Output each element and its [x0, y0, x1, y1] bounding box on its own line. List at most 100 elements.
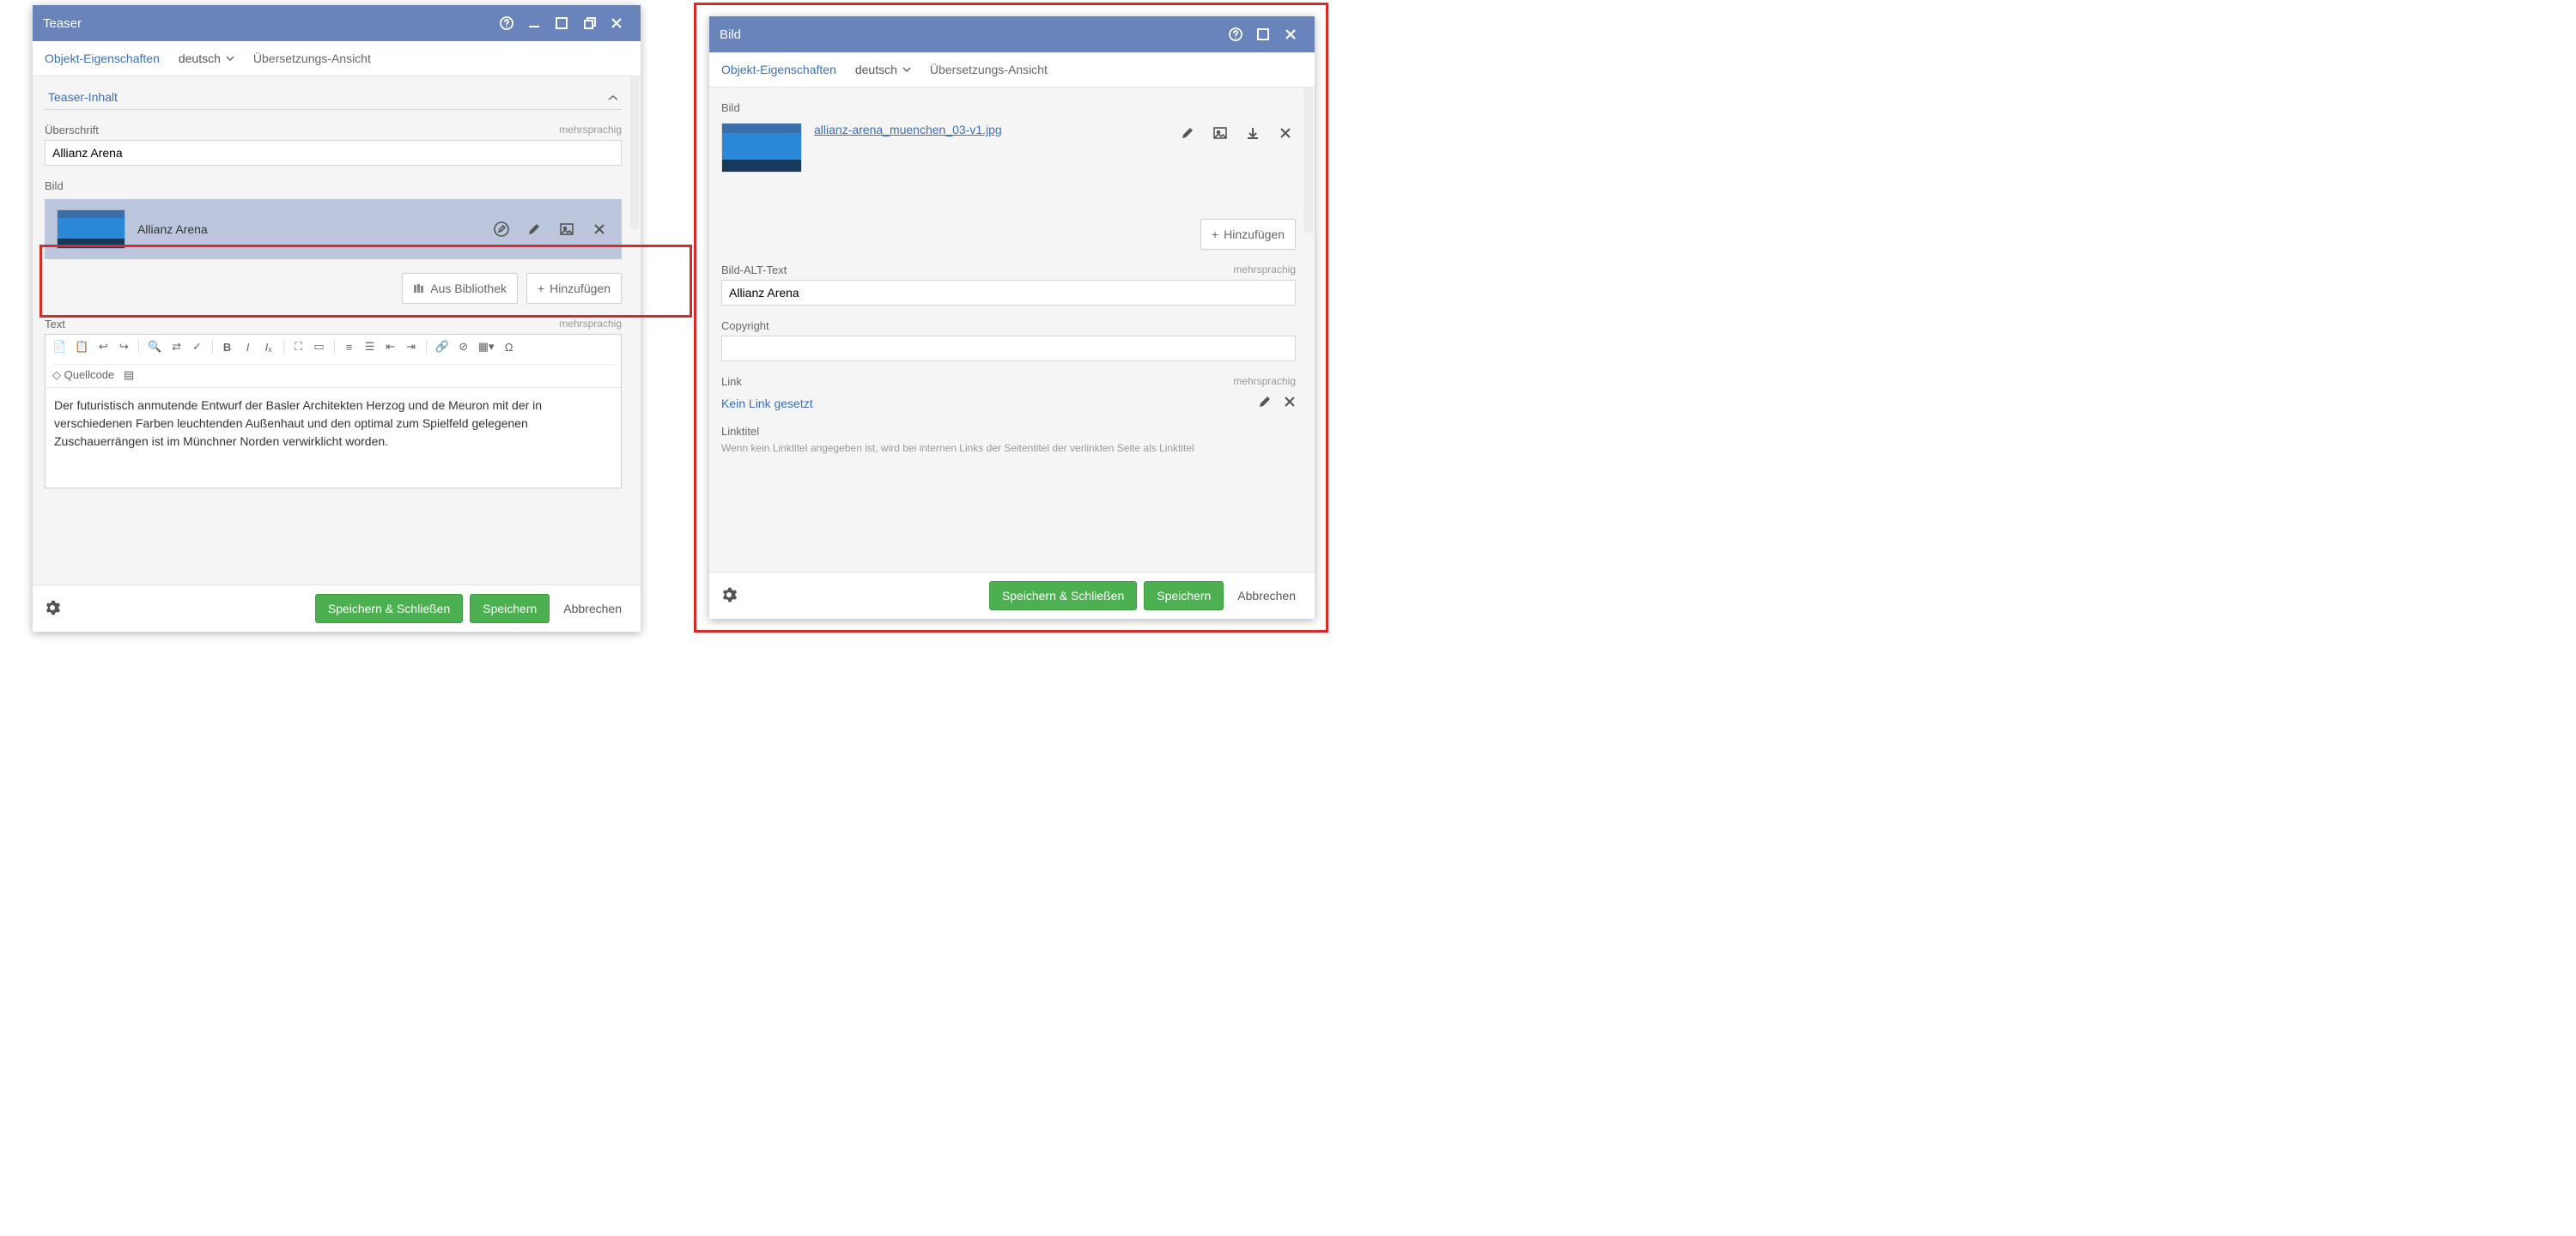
- rte-search-icon[interactable]: 🔍: [148, 340, 161, 354]
- link-status: Kein Link gesetzt: [721, 397, 1246, 410]
- rte-outdent-icon[interactable]: ⇤: [385, 340, 397, 354]
- remove-icon[interactable]: [1275, 123, 1296, 143]
- clear-link-icon[interactable]: [1284, 396, 1296, 410]
- chevron-up-icon: [608, 90, 618, 104]
- rte-bold-icon[interactable]: B: [222, 341, 234, 354]
- save-close-button[interactable]: Speichern & Schließen: [315, 594, 463, 623]
- plus-icon: +: [538, 282, 544, 295]
- tab-translate[interactable]: Übersetzungs-Ansicht: [930, 59, 1048, 80]
- rte-paste-icon[interactable]: 📋: [75, 340, 88, 354]
- rte-source-button[interactable]: ◇ Quellcode: [52, 368, 114, 382]
- dialog-footer: Speichern & Schließen Speichern Abbreche…: [33, 585, 641, 632]
- cancel-button[interactable]: Abbrechen: [556, 602, 629, 615]
- linktitle-note: Wenn kein Linktitel angegeben ist, wird …: [721, 441, 1296, 456]
- rte-omega-icon[interactable]: Ω: [503, 341, 515, 354]
- rte-redo-icon[interactable]: ↪: [118, 340, 130, 354]
- rte-copy-icon[interactable]: 📄: [52, 340, 66, 354]
- maximize-icon[interactable]: [548, 9, 575, 37]
- section-teaser-content[interactable]: Teaser-Inhalt: [45, 85, 622, 110]
- pencil-icon[interactable]: [1177, 123, 1198, 143]
- edit-link-icon[interactable]: [1258, 395, 1272, 411]
- dialog-body: Teaser-Inhalt Überschriftmehrsprachig Bi…: [33, 76, 641, 585]
- scrollbar[interactable]: [630, 76, 639, 585]
- rte-replace-icon[interactable]: ⇄: [171, 340, 183, 354]
- rte-template-icon[interactable]: ▤: [123, 368, 135, 382]
- image-thumbnail: [57, 209, 125, 249]
- chevron-down-icon: [226, 56, 234, 61]
- tabs: Objekt-Eigenschaften deutsch Übersetzung…: [709, 52, 1315, 88]
- rte-link-icon[interactable]: 🔗: [435, 340, 449, 354]
- dialog-footer: Speichern & Schließen Speichern Abbreche…: [709, 572, 1315, 619]
- gear-icon[interactable]: [721, 587, 740, 605]
- dialog-title: Teaser: [43, 16, 493, 31]
- tab-properties[interactable]: Objekt-Eigenschaften: [45, 48, 160, 69]
- field-copyright: Copyright: [721, 319, 1296, 361]
- gear-icon[interactable]: [45, 600, 64, 618]
- pencil-icon[interactable]: [524, 219, 544, 239]
- field-image: Bild allianz-arena_muenchen_03-v1.jpg +H…: [721, 101, 1296, 250]
- rte-clear-icon[interactable]: Iₓ: [263, 341, 275, 354]
- image-thumbnail: [721, 123, 802, 173]
- cancel-button[interactable]: Abbrechen: [1230, 589, 1303, 603]
- language-dropdown[interactable]: deutsch: [855, 63, 911, 76]
- field-linktitle: Linktitel Wenn kein Linktitel angegeben …: [721, 425, 1296, 456]
- tab-translate[interactable]: Übersetzungs-Ansicht: [253, 48, 371, 69]
- language-dropdown[interactable]: deutsch: [179, 52, 234, 65]
- chevron-down-icon: [902, 67, 911, 72]
- heading-input[interactable]: [45, 140, 622, 166]
- rte-numlist-icon[interactable]: ≡: [343, 341, 355, 354]
- tabs: Objekt-Eigenschaften deutsch Übersetzung…: [33, 41, 641, 76]
- tab-properties[interactable]: Objekt-Eigenschaften: [721, 59, 836, 80]
- minimize-icon[interactable]: [520, 9, 548, 37]
- alt-text-input[interactable]: [721, 280, 1296, 306]
- edit-circle-icon[interactable]: [491, 219, 512, 239]
- rte-bullist-icon[interactable]: ☰: [364, 340, 376, 354]
- help-icon[interactable]: [1222, 21, 1249, 48]
- preview-icon[interactable]: [556, 219, 577, 239]
- restore-icon[interactable]: [575, 9, 603, 37]
- field-text: Textmehrsprachig 📄 📋 ↩ ↪ 🔍 ⇄ ✓ B I Iₓ: [45, 318, 622, 488]
- field-heading: Überschriftmehrsprachig: [45, 124, 622, 166]
- rte-body[interactable]: Der futuristisch anmutende Entwurf der B…: [46, 388, 621, 488]
- copyright-input[interactable]: [721, 336, 1296, 361]
- dialog-title: Bild: [720, 27, 1222, 42]
- plus-icon: +: [1212, 227, 1218, 241]
- rte-indent-icon[interactable]: ⇥: [405, 340, 417, 354]
- maximize-icon[interactable]: [1249, 21, 1277, 48]
- rte-table-icon[interactable]: ▦▾: [478, 340, 495, 354]
- teaser-dialog: Teaser Objekt-Eigenschaften deutsch Über…: [33, 5, 641, 632]
- close-icon[interactable]: [1277, 21, 1304, 48]
- titlebar: Teaser: [33, 5, 641, 41]
- from-library-button[interactable]: Aus Bibliothek: [402, 273, 518, 304]
- rte-undo-icon[interactable]: ↩: [97, 340, 109, 354]
- scrollbar[interactable]: [1304, 88, 1313, 572]
- rte-fullscreen-icon[interactable]: ⛶: [293, 340, 305, 354]
- save-button[interactable]: Speichern: [470, 594, 550, 623]
- rte-italic-icon[interactable]: I: [242, 341, 254, 354]
- field-link: Linkmehrsprachig Kein Link gesetzt: [721, 375, 1296, 411]
- help-icon[interactable]: [493, 9, 520, 37]
- rte-toolbar: 📄 📋 ↩ ↪ 🔍 ⇄ ✓ B I Iₓ ⛶ ▭ ≡: [46, 335, 621, 388]
- bild-dialog: Bild Objekt-Eigenschaften deutsch Überse…: [709, 16, 1315, 619]
- rte-spellcheck-icon[interactable]: ✓: [191, 340, 204, 354]
- image-item[interactable]: Allianz Arena: [45, 199, 622, 259]
- rte-unlink-icon[interactable]: ⊘: [458, 340, 470, 354]
- close-icon[interactable]: [603, 9, 630, 37]
- save-close-button[interactable]: Speichern & Schließen: [989, 581, 1137, 610]
- rich-text-editor: 📄 📋 ↩ ↪ 🔍 ⇄ ✓ B I Iₓ ⛶ ▭ ≡: [45, 334, 622, 488]
- image-filename-link[interactable]: allianz-arena_muenchen_03-v1.jpg: [814, 123, 1165, 136]
- titlebar: Bild: [709, 16, 1315, 52]
- dialog-body: Bild allianz-arena_muenchen_03-v1.jpg +H…: [709, 88, 1315, 572]
- remove-icon[interactable]: [589, 219, 610, 239]
- library-icon: [413, 282, 425, 294]
- preview-icon[interactable]: [1210, 123, 1230, 143]
- rte-blocks-icon[interactable]: ▭: [313, 340, 325, 354]
- save-button[interactable]: Speichern: [1144, 581, 1224, 610]
- field-alt-text: Bild-ALT-Textmehrsprachig: [721, 264, 1296, 306]
- image-item-actions: [491, 219, 610, 239]
- field-image: Bild Allianz Arena Aus Bibliothek +Hinzu…: [45, 179, 622, 304]
- add-image-button[interactable]: +Hinzufügen: [1200, 219, 1296, 250]
- add-image-button[interactable]: +Hinzufügen: [526, 273, 622, 304]
- download-icon[interactable]: [1242, 123, 1263, 143]
- image-actions: [1177, 123, 1296, 143]
